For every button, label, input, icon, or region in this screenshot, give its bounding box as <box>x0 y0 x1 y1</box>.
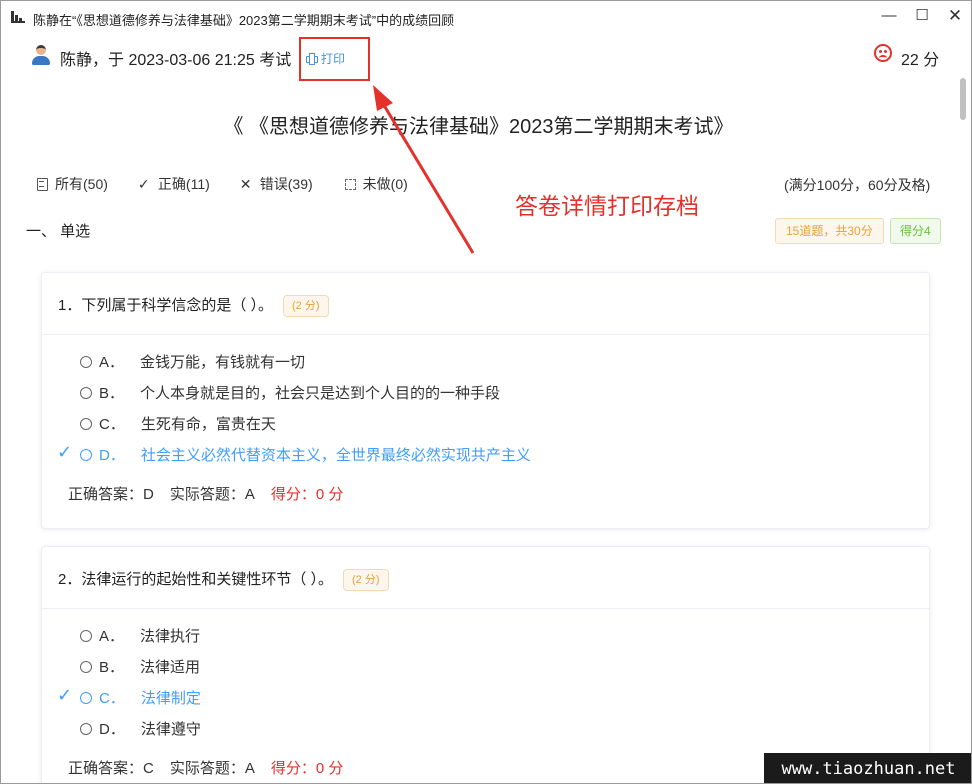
radio-icon <box>80 660 92 673</box>
question-header: 2．法律运行的起始性和关键性环节（ ）。 (2 分) <box>42 547 929 609</box>
option-text: 法律执行 <box>140 628 201 645</box>
question-card: 2．法律运行的起始性和关键性环节（ ）。 (2 分) A． 法律执行 B． 法律适用 … <box>41 546 930 783</box>
question-stem: 2．法律运行的起始性和关键性环节（ ）。 <box>58 571 334 588</box>
option-letter: A． <box>99 354 125 371</box>
option-text: 法律适用 <box>140 659 201 676</box>
option-text: 个人本身就是目的，社会只是达到个人目的的一种手段 <box>140 385 501 402</box>
avatar <box>32 45 50 65</box>
radio-icon <box>80 417 92 430</box>
review-content: 陈静，于 2023-03-06 21:25 考试 打印 22 分 《 《思想道德… <box>1 33 956 783</box>
annotation-arrow-icon <box>373 85 475 254</box>
check-icon: ✓ <box>137 176 150 192</box>
radio-icon <box>80 691 92 704</box>
radio-icon <box>80 355 92 368</box>
sad-face-icon <box>874 44 892 62</box>
filter-label: 错误(39) <box>259 176 313 192</box>
actual-answer: 实际答题：A <box>169 486 255 503</box>
option-text: 法律制定 <box>140 690 201 707</box>
option-text: 金钱万能，有钱就有一切 <box>140 354 306 371</box>
filter-wrong[interactable]: ✕ 错误(39) <box>240 174 313 194</box>
question-text: 1．下列属于科学信念的是（ ）。 (2 分) <box>58 294 329 317</box>
radio-icon <box>80 629 92 642</box>
option-a: A． 法律执行 <box>80 625 200 646</box>
radio-icon <box>80 722 92 735</box>
radio-icon <box>80 448 92 461</box>
option-c: C． 生死有命，富贵在天 <box>80 413 276 434</box>
radio-icon <box>80 386 92 399</box>
full-score-note: (满分100分，60分及格) <box>784 177 931 193</box>
window-title: 陈静在“《思想道德修养与法律基础》2023第二学期期末考试”中的成绩回顾 <box>33 13 455 28</box>
filter-correct[interactable]: ✓ 正确(11) <box>138 174 210 194</box>
question-stem: 1．下列属于科学信念的是（ ）。 <box>58 297 274 314</box>
section-count-badge: 15道题，共30分 <box>775 218 884 244</box>
print-label: 打印 <box>321 52 346 66</box>
filter-all[interactable]: 所有(50) <box>35 174 108 194</box>
option-letter: C． <box>99 416 125 433</box>
maximize-button[interactable]: ☐ <box>907 5 937 27</box>
option-text: 生死有命，富贵在天 <box>140 416 276 433</box>
question-score: 得分：0 分 <box>270 760 344 777</box>
correct-answer: 正确答案：C <box>68 760 154 777</box>
question-points-badge: (2 分) <box>283 295 329 317</box>
option-letter: C． <box>99 690 125 707</box>
empty-box-icon <box>343 177 357 191</box>
list-icon <box>35 177 49 191</box>
bar-chart-icon <box>11 11 25 23</box>
annotation-text: 答卷详情打印存档 <box>515 193 699 219</box>
option-letter: D． <box>99 721 125 738</box>
total-score: 22 分 <box>901 52 940 69</box>
correct-check-icon: ✓ <box>57 442 73 462</box>
print-button[interactable]: 打印 <box>306 50 345 67</box>
option-b: B． 法律适用 <box>80 656 200 677</box>
option-text: 法律遵守 <box>140 721 201 738</box>
question-points-badge: (2 分) <box>343 569 389 591</box>
option-b: B． 个人本身就是目的，社会只是达到个人目的的一种手段 <box>80 382 500 403</box>
section-score-badge: 得分4 <box>890 218 941 244</box>
option-d: ✓ D． 社会主义必然代替资本主义，全世界最终必然实现共产主义 <box>57 442 531 465</box>
minimize-button[interactable]: — <box>874 5 904 27</box>
option-letter: A． <box>99 628 125 645</box>
scrollbar-thumb[interactable] <box>960 78 966 120</box>
cross-icon: ✕ <box>239 176 252 192</box>
user-exam-info: 陈静，于 2023-03-06 21:25 考试 <box>60 52 292 69</box>
section-title: 一、 单选 <box>26 223 91 240</box>
option-d: D． 法律遵守 <box>80 718 201 739</box>
correct-check-icon: ✓ <box>57 685 73 705</box>
watermark: www.tiaozhuan.net <box>764 753 971 783</box>
filter-label: 所有(50) <box>55 176 108 192</box>
vertical-scrollbar[interactable] <box>956 33 971 783</box>
actual-answer: 实际答题：A <box>169 760 255 777</box>
question-score: 得分：0 分 <box>270 486 344 503</box>
option-letter: D． <box>99 447 125 464</box>
score-review-window: 陈静在“《思想道德修养与法律基础》2023第二学期期末考试”中的成绩回顾 — ☐… <box>0 0 972 784</box>
answer-result: 正确答案：D 实际答题：A 得分：0 分 <box>68 483 343 504</box>
answer-result: 正确答案：C 实际答题：A 得分：0 分 <box>68 757 343 778</box>
title-bar[interactable]: 陈静在“《思想道德修养与法律基础》2023第二学期期末考试”中的成绩回顾 — ☐… <box>1 1 971 33</box>
question-card: 1．下列属于科学信念的是（ ）。 (2 分) A． 金钱万能，有钱就有一切 B． 个人… <box>41 272 930 529</box>
printer-icon <box>306 53 318 65</box>
option-c: ✓ C． 法律制定 <box>57 685 201 708</box>
filter-label: 正确(11) <box>157 176 210 192</box>
option-a: A． 金钱万能，有钱就有一切 <box>80 351 305 372</box>
option-letter: B． <box>99 385 125 402</box>
question-header: 1．下列属于科学信念的是（ ）。 (2 分) <box>42 273 929 335</box>
correct-answer: 正确答案：D <box>68 486 154 503</box>
question-text: 2．法律运行的起始性和关键性环节（ ）。 (2 分) <box>58 568 389 591</box>
option-text: 社会主义必然代替资本主义，全世界最终必然实现共产主义 <box>140 447 531 464</box>
option-letter: B． <box>99 659 125 676</box>
close-button[interactable]: ✕ <box>940 5 970 27</box>
